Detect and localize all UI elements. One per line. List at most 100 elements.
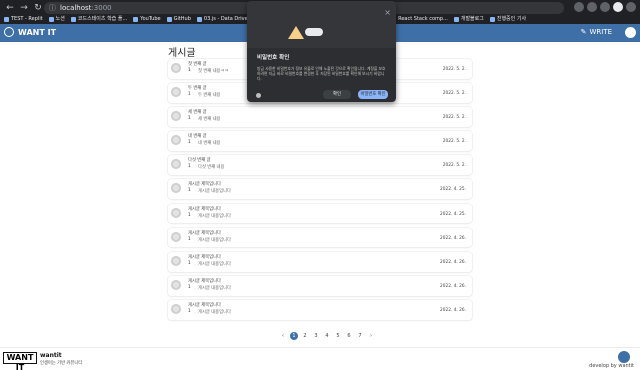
bookmark-item[interactable]: 03.js - Data Drive... — [196, 14, 253, 24]
bookmark-item[interactable]: 개발블로그 — [453, 14, 484, 24]
bookmark-item[interactable]: 코드스테이츠 학습 플... — [70, 14, 127, 24]
brand-logo[interactable]: WANT IT — [4, 27, 56, 37]
post-body: 게시글 내용입니다 — [198, 285, 231, 291]
app-root: ← → ↻ ⓘ localhost:3000 TEST - Replit 노션 코드… — [0, 0, 640, 370]
author-avatar — [171, 63, 181, 73]
bookmark-item[interactable]: 진행중인 기사 — [489, 14, 526, 24]
post-card[interactable]: 다섯 번째 글 1 다섯 번째 내용 2022. 5. 2. — [168, 155, 472, 176]
bookmark-label: YouTube — [140, 16, 161, 22]
pager-page-button[interactable]: 6 — [345, 332, 353, 340]
post-card[interactable]: 네 번째 글1 네 번째 내용 2022. 5. 2. — [168, 131, 472, 152]
post-card[interactable]: 세 번째 글1 세 번째 내용 2022. 5. 2. — [168, 107, 472, 127]
post-date: 2022. 5. 2. — [442, 91, 466, 97]
github-icon[interactable] — [618, 351, 630, 363]
post-title: 게시글 제목입니다 — [188, 230, 221, 236]
bookmark-item[interactable]: 노션 — [48, 14, 65, 24]
bookmark-label: 노션 — [55, 16, 65, 22]
post-title: 게시글 제목입니다 — [188, 302, 221, 308]
post-body: 네 번째 내용 — [198, 141, 221, 147]
post-card[interactable]: 게시글 제목입니다 1 게시글 내용입니다 2022. 4. 26. — [168, 251, 472, 272]
post-title: 게시글 제목입니다 — [188, 206, 221, 212]
browser-actions — [574, 2, 636, 12]
post-date: 2022. 4. 26. — [440, 307, 466, 313]
author-avatar — [171, 159, 181, 170]
bookmark-label: GitHub — [173, 16, 191, 22]
post-body: 게시글 내용입니다 — [198, 261, 231, 267]
dialog-ok-button[interactable]: 확인 — [323, 90, 351, 99]
account-icon[interactable] — [625, 27, 636, 38]
reload-icon[interactable]: ↻ — [32, 2, 44, 14]
post-number: 1 — [188, 284, 191, 290]
bookmark-favicon-icon — [70, 16, 76, 22]
post-date: 2022. 5. 2. — [442, 115, 466, 121]
browser-nav: ← → ↻ — [4, 2, 44, 14]
pager-page-button[interactable]: 5 — [334, 332, 342, 340]
post-body: 게시글 내용입니다 — [198, 309, 231, 315]
post-date: 2022. 4. 26. — [440, 283, 466, 289]
post-title: 게시글 제목입니다 — [188, 182, 221, 188]
extension-icon[interactable] — [600, 2, 610, 12]
bookmark-star-icon[interactable] — [587, 2, 597, 12]
post-number: 1 — [188, 236, 191, 242]
footer-dev: develop by wantit — [589, 363, 634, 369]
post-number: 1 — [188, 140, 191, 146]
post-card[interactable]: 게시글 제목입니다 1 게시글 내용입니다 2022. 4. 25. — [168, 179, 472, 200]
bookmark-item[interactable]: React Stack comp... — [391, 14, 448, 24]
check-passwords-button[interactable]: 비밀번호 확인 — [358, 90, 388, 99]
pager-page-button[interactable]: 1 — [290, 332, 298, 340]
pager-page-button[interactable]: 3 — [312, 332, 320, 340]
pager-page-button[interactable]: 2 — [301, 332, 309, 340]
pager-page-button[interactable]: 4 — [323, 332, 331, 340]
pagination: ‹ 1 2 3 4 5 6 7 › — [279, 332, 375, 340]
bookmark-item[interactable]: GitHub — [166, 14, 191, 24]
page-title: 게시글 — [168, 48, 196, 59]
profile-icon[interactable] — [613, 2, 623, 12]
share-icon[interactable] — [574, 2, 584, 12]
bookmark-favicon-icon — [4, 16, 9, 22]
post-body: 게시글 내용입니다 — [198, 213, 231, 219]
post-body: 세 번째 내용 — [198, 117, 221, 123]
bookmark-favicon-icon — [133, 16, 139, 22]
post-number: 1 — [188, 116, 191, 122]
bookmark-item[interactable]: YouTube — [133, 14, 161, 24]
post-number: 1 — [188, 92, 191, 98]
bookmark-label: 03.js - Data Drive... — [203, 16, 253, 22]
url-host: localhost — [60, 4, 92, 12]
post-body: 다섯 번째 내용 — [198, 165, 225, 171]
post-date: 2022. 4. 25. — [440, 187, 466, 193]
post-card[interactable]: 게시글 제목입니다 1 게시글 내용입니다 2022. 4. 26. — [168, 275, 472, 296]
forward-icon[interactable]: → — [18, 2, 30, 14]
author-avatar — [171, 183, 181, 194]
pager-prev-button[interactable]: ‹ — [279, 332, 287, 340]
key-icon[interactable] — [256, 93, 261, 98]
post-title: 세 번째 글 — [188, 110, 207, 116]
bookmark-item[interactable]: TEST - Replit — [4, 14, 43, 24]
brand-mark-icon — [4, 27, 14, 37]
menu-dots-icon[interactable] — [626, 2, 636, 12]
close-icon[interactable]: × — [384, 8, 391, 17]
post-date: 2022. 5. 2. — [442, 163, 466, 169]
back-icon[interactable]: ← — [4, 2, 16, 14]
pager-page-button[interactable]: 7 — [356, 332, 364, 340]
post-number: 1 — [188, 212, 191, 218]
bookmark-favicon-icon — [166, 16, 172, 22]
post-title: 게시글 제목입니다 — [188, 278, 221, 284]
post-body: 첫 번째 내용ㅋㅋ — [198, 69, 229, 74]
post-title: 두 번째 글 — [188, 86, 207, 92]
post-card[interactable]: 게시글 제목입니다 1 게시글 내용입니다 2022. 4. 25. — [168, 203, 472, 224]
post-date: 2022. 5. 2. — [442, 139, 466, 145]
post-card[interactable]: 게시글 제목입니다 1 게시글 내용입니다 2022. 4. 26. — [168, 299, 472, 320]
post-number: 1 — [188, 164, 191, 170]
bookmark-favicon-icon — [196, 16, 202, 22]
post-body: 두 번째 내용 — [198, 93, 221, 99]
pager-next-button[interactable]: › — [367, 332, 375, 340]
post-title: 다섯 번째 글 — [188, 158, 211, 164]
post-card[interactable]: 게시글 제목입니다 1 게시글 내용입니다 2022. 4. 26. — [168, 227, 472, 248]
password-dots-icon — [305, 28, 323, 36]
footer-description: 인생이는 기반 커뮤니티 — [40, 361, 83, 366]
author-avatar — [171, 207, 181, 218]
write-button[interactable]: ✎ WRITE — [581, 28, 612, 36]
post-title: 네 번째 글 — [188, 134, 207, 140]
author-avatar — [171, 135, 181, 146]
info-icon[interactable]: ⓘ — [49, 2, 56, 14]
